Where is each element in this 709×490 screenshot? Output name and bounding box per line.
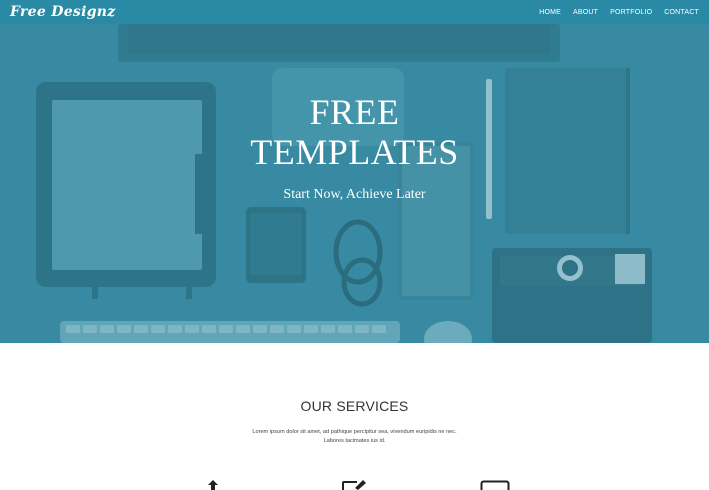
services-section: OUR SERVICES Lorem ipsum dolor sit amet,… xyxy=(0,343,709,490)
nav-contact[interactable]: CONTACT xyxy=(664,9,699,16)
hero-title: FREE TEMPLATES xyxy=(0,92,709,172)
hero-title-line2: TEMPLATES xyxy=(250,132,459,172)
services-desc-line1: Lorem ipsum dolor sit amet, ad pathique … xyxy=(252,429,457,435)
hero-text-block: FREE TEMPLATES Start Now, Achieve Later xyxy=(0,92,709,203)
hero-title-line1: FREE xyxy=(309,92,400,132)
services-title: OUR SERVICES xyxy=(300,398,409,414)
nav-menu: HOME ABOUT PORTFOLIO CONTACT xyxy=(539,9,699,16)
hero-section: FREE TEMPLATES Start Now, Achieve Later xyxy=(0,24,709,343)
monitor-icon xyxy=(480,480,510,490)
edit-icon xyxy=(342,480,366,490)
upload-icon xyxy=(208,480,218,490)
nav-portfolio[interactable]: PORTFOLIO xyxy=(610,9,652,16)
services-desc-line2: Labores tacimates ius id. xyxy=(323,438,386,444)
nav-home[interactable]: HOME xyxy=(539,9,561,16)
navbar: Free Designz HOME ABOUT PORTFOLIO CONTAC… xyxy=(0,0,709,24)
brand-logo[interactable]: Free Designz xyxy=(10,4,116,20)
nav-about[interactable]: ABOUT xyxy=(573,9,598,16)
services-description: Lorem ipsum dolor sit amet, ad pathique … xyxy=(0,428,709,446)
hero-subtitle: Start Now, Achieve Later xyxy=(283,187,426,202)
